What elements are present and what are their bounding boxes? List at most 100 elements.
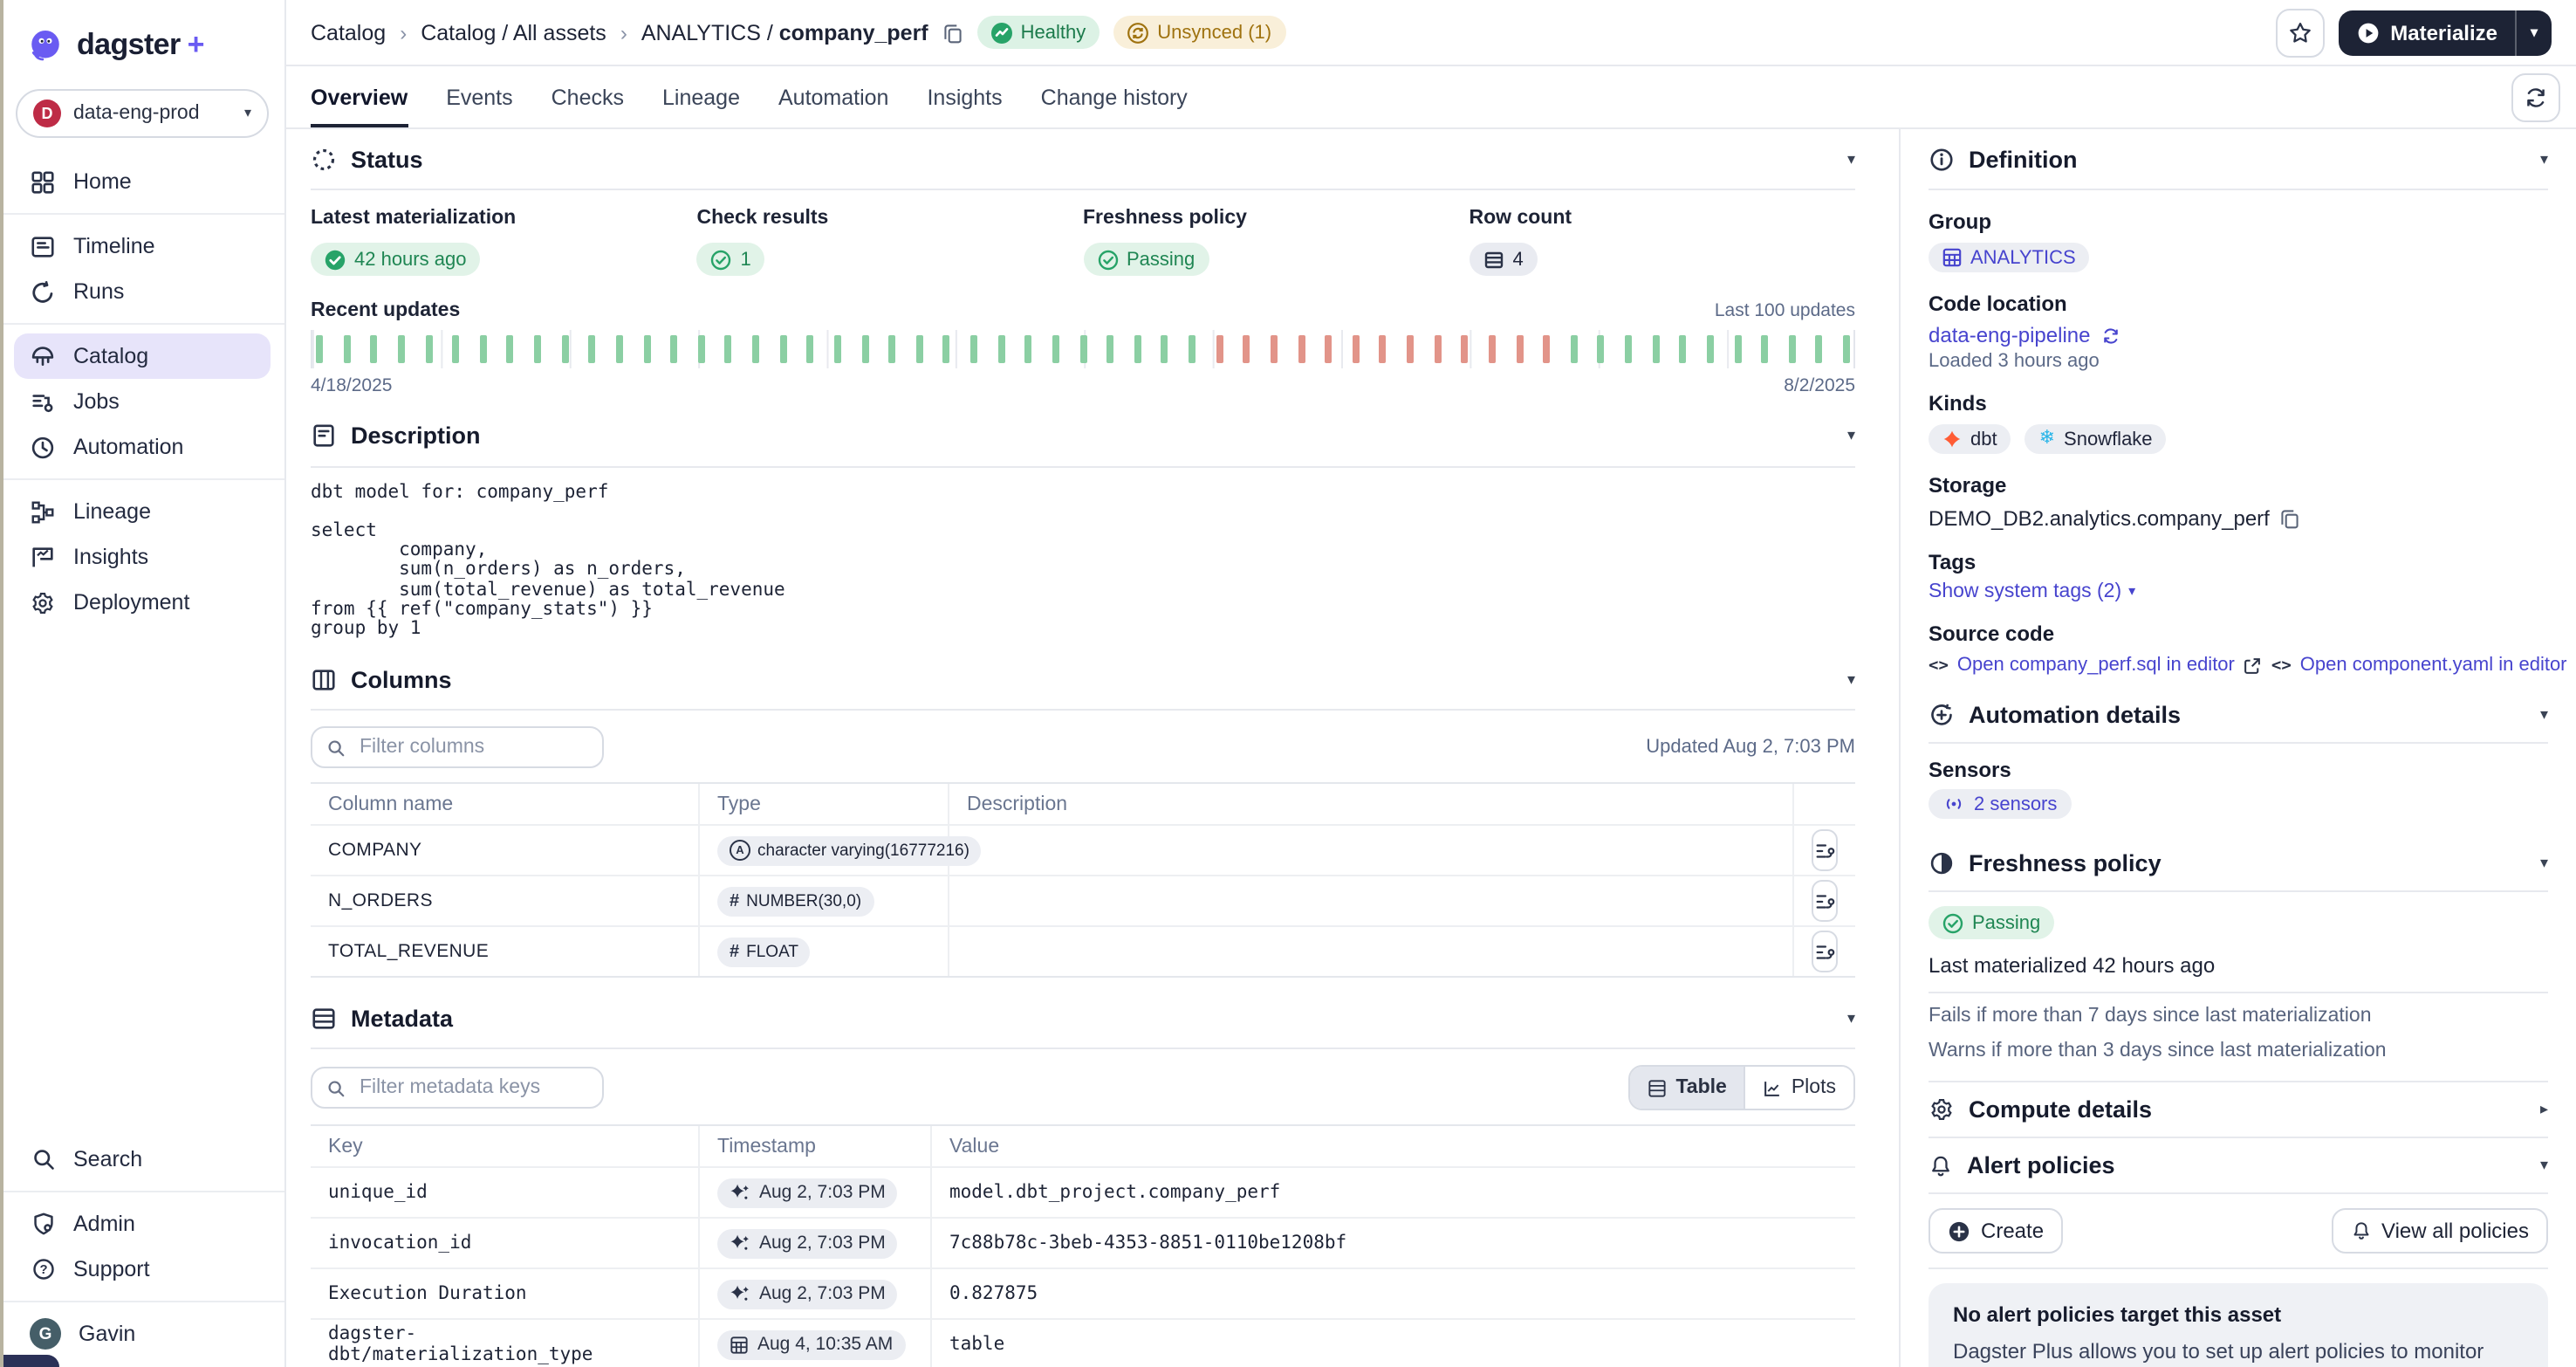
update-bar[interactable] xyxy=(1271,334,1278,362)
chevron-down-icon[interactable]: ▾ xyxy=(2540,1157,2548,1176)
table-row[interactable]: COMPANY Acharacter varying(16777216) xyxy=(311,827,1855,877)
reload-location-icon[interactable] xyxy=(2101,326,2120,345)
latest-materialization-pill[interactable]: 42 hours ago xyxy=(311,243,480,276)
toggle-table-view[interactable]: Table xyxy=(1630,1068,1744,1109)
sidebar-item-lineage[interactable]: Lineage xyxy=(0,489,284,534)
tab-insights[interactable]: Insights xyxy=(927,66,1002,127)
update-bar[interactable] xyxy=(698,334,705,362)
tab-automation[interactable]: Automation xyxy=(778,66,888,127)
update-bar[interactable] xyxy=(1516,334,1523,362)
open-sql-link[interactable]: Open company_perf.sql in editor xyxy=(1957,655,2235,676)
column-lineage-button[interactable] xyxy=(1812,931,1838,973)
update-bar[interactable] xyxy=(1789,334,1796,362)
description-section-header[interactable]: Description ▾ xyxy=(311,406,1855,467)
update-bar[interactable] xyxy=(779,334,786,362)
update-bar[interactable] xyxy=(1680,334,1687,362)
update-bar[interactable] xyxy=(452,334,459,362)
chevron-right-icon[interactable]: ▸ xyxy=(2540,1101,2548,1120)
update-bar[interactable] xyxy=(752,334,759,362)
sensors-chip[interactable]: 2 sensors xyxy=(1929,789,2071,819)
sidebar-item-runs[interactable]: Runs xyxy=(0,269,284,314)
tab-events[interactable]: Events xyxy=(446,66,512,127)
update-bar[interactable] xyxy=(807,334,814,362)
update-bar[interactable] xyxy=(1298,334,1305,362)
table-row[interactable]: dagster-dbt/materialization_type Aug 4, … xyxy=(311,1321,1855,1367)
update-bar[interactable] xyxy=(1161,334,1168,362)
materialize-dropdown[interactable]: ▾ xyxy=(2517,25,2552,39)
metadata-section-header[interactable]: Metadata ▾ xyxy=(311,989,1855,1050)
compute-section-header[interactable]: Compute details ▸ xyxy=(1929,1082,2548,1139)
sidebar-item-jobs[interactable]: Jobs xyxy=(0,379,284,424)
update-bar[interactable] xyxy=(1761,334,1768,362)
sidebar-item-search[interactable]: Search xyxy=(0,1137,284,1182)
update-bar[interactable] xyxy=(916,334,923,362)
tab-checks[interactable]: Checks xyxy=(552,66,624,127)
chevron-down-icon[interactable]: ▾ xyxy=(2540,854,2548,873)
update-bar[interactable] xyxy=(1543,334,1550,362)
sidebar-item-timeline[interactable]: Timeline xyxy=(0,223,284,269)
chevron-down-icon[interactable]: ▾ xyxy=(1847,670,1855,690)
update-bar[interactable] xyxy=(1189,334,1196,362)
filter-metadata-input[interactable] xyxy=(356,1076,588,1101)
update-bar[interactable] xyxy=(725,334,732,362)
timestamp-pill[interactable]: Aug 4, 10:35 AM xyxy=(717,1330,905,1360)
columns-section-header[interactable]: Columns ▾ xyxy=(311,650,1855,711)
breadcrumb-all-assets[interactable]: Catalog / All assets xyxy=(421,20,606,45)
update-bar[interactable] xyxy=(1106,334,1113,362)
update-bar[interactable] xyxy=(1843,334,1850,362)
timestamp-pill[interactable]: Aug 2, 7:03 PM xyxy=(717,1229,898,1259)
table-row[interactable]: TOTAL_REVENUE #FLOAT xyxy=(311,928,1855,977)
refresh-button[interactable] xyxy=(2511,73,2560,122)
copy-icon[interactable] xyxy=(942,22,963,43)
update-bar[interactable] xyxy=(643,334,650,362)
update-bar[interactable] xyxy=(834,334,841,362)
tab-lineage[interactable]: Lineage xyxy=(662,66,740,127)
deployment-switcher[interactable]: D data-eng-prod ▾ xyxy=(16,89,269,138)
update-bar[interactable] xyxy=(316,334,323,362)
update-bar[interactable] xyxy=(970,334,977,362)
update-bar[interactable] xyxy=(425,334,432,362)
sidebar-item-support[interactable]: ? Support xyxy=(0,1247,284,1292)
update-bar[interactable] xyxy=(1025,334,1032,362)
update-bar[interactable] xyxy=(616,334,623,362)
sidebar-item-home[interactable]: Home xyxy=(0,159,284,204)
filter-columns-input[interactable] xyxy=(356,736,588,760)
health-badge[interactable]: Healthy xyxy=(977,16,1100,49)
update-bar[interactable] xyxy=(1353,334,1360,362)
update-bar[interactable] xyxy=(943,334,950,362)
chevron-down-icon[interactable]: ▾ xyxy=(2540,149,2548,168)
update-bar[interactable] xyxy=(1707,334,1714,362)
kind-chip-snowflake[interactable]: ❄ Snowflake xyxy=(2025,424,2167,454)
update-bar[interactable] xyxy=(589,334,596,362)
chevron-down-icon[interactable]: ▾ xyxy=(1847,1009,1855,1028)
update-bar[interactable] xyxy=(1652,334,1659,362)
update-bar[interactable] xyxy=(1734,334,1741,362)
update-bar[interactable] xyxy=(1134,334,1141,362)
update-bar[interactable] xyxy=(1625,334,1632,362)
breadcrumb-catalog[interactable]: Catalog xyxy=(311,20,386,45)
update-bar[interactable] xyxy=(1598,334,1605,362)
sidebar-item-automation[interactable]: Automation xyxy=(0,424,284,470)
update-bar[interactable] xyxy=(1407,334,1414,362)
update-bar[interactable] xyxy=(507,334,514,362)
update-bar[interactable] xyxy=(480,334,487,362)
freshness-section-header[interactable]: Freshness policy ▾ xyxy=(1929,836,2548,892)
open-yaml-link[interactable]: Open component.yaml in editor xyxy=(2300,655,2567,676)
update-bar[interactable] xyxy=(888,334,895,362)
materialize-button[interactable]: Materialize ▾ xyxy=(2338,10,2552,55)
group-chip[interactable]: ANALYTICS xyxy=(1929,243,2090,272)
check-results-pill[interactable]: 1 xyxy=(697,243,765,276)
timestamp-pill[interactable]: Aug 2, 7:03 PM xyxy=(717,1280,898,1309)
update-bar[interactable] xyxy=(1571,334,1578,362)
sidebar-item-admin[interactable]: Admin xyxy=(0,1201,284,1247)
sync-status-badge[interactable]: Unsynced (1) xyxy=(1113,16,1285,49)
update-bar[interactable] xyxy=(1489,334,1496,362)
update-bar[interactable] xyxy=(1052,334,1059,362)
update-bar[interactable] xyxy=(1243,334,1250,362)
update-bar[interactable] xyxy=(1462,334,1469,362)
tab-change-history[interactable]: Change history xyxy=(1041,66,1188,127)
timestamp-pill[interactable]: Aug 2, 7:03 PM xyxy=(717,1178,898,1208)
freshness-policy-pill[interactable]: Passing xyxy=(1083,243,1209,276)
update-bar[interactable] xyxy=(371,334,378,362)
update-bar[interactable] xyxy=(1216,334,1223,362)
